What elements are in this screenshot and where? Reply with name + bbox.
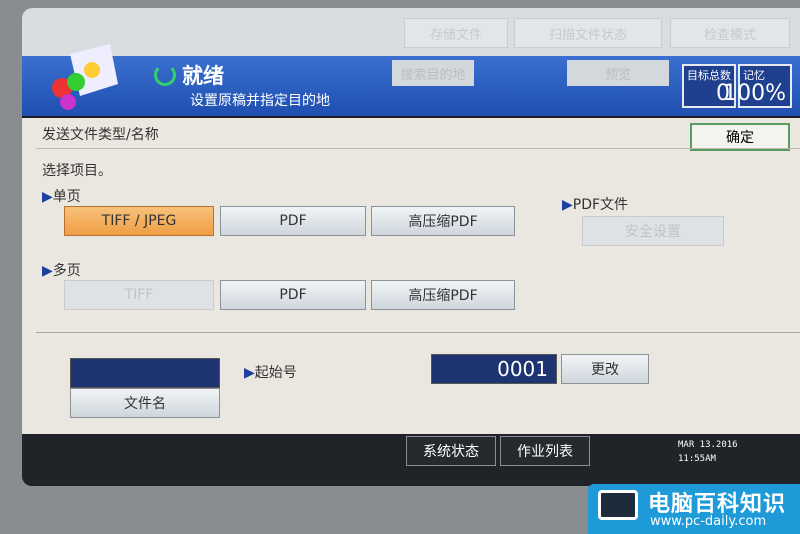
watermark: 电脑百科知识 www.pc-daily.com [588, 484, 800, 534]
status: 就绪 [154, 60, 224, 90]
preview-button[interactable]: 预览 [567, 60, 669, 86]
change-button[interactable]: 更改 [561, 354, 649, 384]
divider [36, 148, 800, 149]
single-pdf-button[interactable]: PDF [220, 206, 366, 236]
scan-status-button[interactable]: 扫描文件状态 [514, 18, 662, 48]
subtitle: 设置原稿并指定目的地 [190, 93, 330, 109]
monitor-icon [598, 490, 638, 520]
security-settings-button[interactable]: 安全设置 [582, 216, 724, 246]
header: 就绪 设置原稿并指定目的地 搜索目的地 预览 目标总数 0 记忆 100% [22, 44, 800, 116]
multi-tiff-button[interactable]: TIFF [64, 280, 214, 310]
search-destination-button[interactable]: 搜索目的地 [392, 60, 474, 86]
bottom-bar: 系统状态 作业列表 MAR 13.2016 11:55AM [22, 434, 800, 486]
system-status-button[interactable]: 系统状态 [406, 436, 496, 466]
date: MAR 13.2016 [678, 440, 738, 450]
status-text: 就绪 [182, 64, 224, 88]
single-compressed-pdf-button[interactable]: 高压缩PDF [371, 206, 515, 236]
stored-file-button[interactable]: 存储文件 [404, 18, 508, 48]
ready-icon [154, 64, 176, 86]
multi-page-text: 多页 [52, 263, 81, 279]
multi-compressed-pdf-button[interactable]: 高压缩PDF [371, 280, 515, 310]
send-file-type-panel: 发送文件类型/名称 确定 选择项目。 ▶单页 TIFF / JPEG PDF 高… [22, 118, 800, 434]
start-number-text: 起始号 [254, 365, 297, 381]
divider [36, 332, 800, 333]
instruction: 选择项目。 [42, 163, 112, 179]
triangle-icon: ▶ [42, 189, 53, 205]
triangle-icon: ▶ [562, 197, 573, 213]
ok-button[interactable]: 确定 [690, 123, 790, 151]
multi-page-label: ▶多页 [42, 260, 81, 280]
time: 11:55AM [678, 454, 716, 464]
single-page-label: ▶单页 [42, 186, 81, 206]
file-name-button[interactable]: 文件名 [70, 388, 220, 418]
top-bar: 存储文件 扫描文件状态 检查模式 [22, 8, 800, 56]
file-name-field[interactable] [70, 358, 220, 388]
memory: 记忆 100% [723, 64, 792, 108]
start-number-label: ▶起始号 [244, 362, 297, 382]
triangle-icon: ▶ [42, 263, 53, 279]
job-list-button[interactable]: 作业列表 [500, 436, 590, 466]
clock: MAR 13.2016 11:55AM [678, 438, 738, 466]
panel-title: 发送文件类型/名称 [42, 127, 159, 143]
start-number-field[interactable]: 0001 [431, 354, 557, 384]
single-page-text: 单页 [52, 189, 81, 205]
multi-pdf-button[interactable]: PDF [220, 280, 366, 310]
scanner-logo-icon [52, 44, 118, 110]
memory-value: 100% [723, 81, 786, 106]
touch-screen: 存储文件 扫描文件状态 检查模式 就绪 设置原稿并指定目的地 搜索目的地 预览 … [22, 8, 800, 486]
triangle-icon: ▶ [244, 365, 255, 381]
pdf-file-label: ▶PDF文件 [562, 194, 628, 214]
single-tiff-jpeg-button[interactable]: TIFF / JPEG [64, 206, 214, 236]
watermark-url: www.pc-daily.com [650, 514, 767, 529]
check-mode-button[interactable]: 检查模式 [670, 18, 790, 48]
pdf-file-text: PDF文件 [572, 197, 629, 213]
